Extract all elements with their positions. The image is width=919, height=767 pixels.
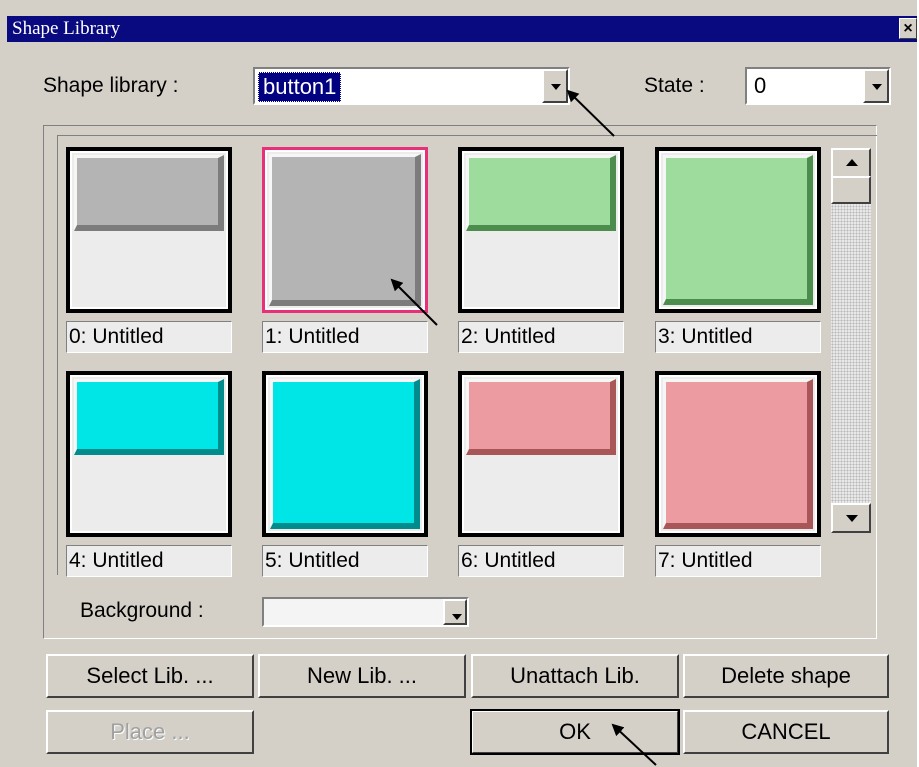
thumbnail-background <box>72 377 226 531</box>
shape-caption: 3: Untitled <box>655 321 821 353</box>
shape-caption: 4: Untitled <box>66 545 232 577</box>
thumbnail-background <box>464 377 618 531</box>
thumbnail-background <box>464 153 618 307</box>
scroll-down-button[interactable] <box>831 503 871 533</box>
shape-thumbnail[interactable] <box>262 371 428 537</box>
shape-caption: 0: Untitled <box>66 321 232 353</box>
scroll-up-button[interactable] <box>831 148 871 178</box>
shape-library-label: Shape library : <box>43 74 179 97</box>
thumbnail-background <box>661 377 815 531</box>
shape-caption: 5: Untitled <box>262 545 428 577</box>
shape-caption: 6: Untitled <box>458 545 624 577</box>
scroll-thumb[interactable] <box>831 176 871 204</box>
shape-thumbnail[interactable] <box>655 371 821 537</box>
button-shape-preview <box>663 379 813 529</box>
window-title: Shape Library <box>12 18 121 39</box>
state-dropdown-button[interactable] <box>863 69 889 103</box>
background-dropdown-button[interactable] <box>443 599 467 625</box>
shape-library-select[interactable]: button1 <box>253 67 570 105</box>
thumbnail-background <box>661 153 815 307</box>
ok-button[interactable]: OK <box>470 709 680 755</box>
background-label: Background : <box>80 599 204 622</box>
button-shape-preview <box>270 379 420 529</box>
select-lib-button[interactable]: Select Lib. ... <box>46 654 254 698</box>
place-button[interactable]: Place ... <box>46 710 254 754</box>
thumbnail-background <box>267 152 423 308</box>
shapes-scrollbar[interactable] <box>831 148 871 533</box>
title-bar[interactable]: Shape Library × <box>7 16 917 42</box>
cancel-button[interactable]: CANCEL <box>683 710 889 754</box>
shape-library-dialog: Shape Library × Shape library : button1 … <box>0 0 917 767</box>
state-value: 0 <box>754 73 767 98</box>
close-button[interactable]: × <box>899 18 917 39</box>
button-shape-preview <box>663 155 813 305</box>
button-shape-preview <box>74 379 224 455</box>
shape-library-value: button1 <box>258 72 342 102</box>
background-value <box>267 602 275 630</box>
shape-thumbnail[interactable] <box>66 147 232 313</box>
new-lib-button[interactable]: New Lib. ... <box>258 654 466 698</box>
shape-caption: 1: Untitled <box>262 321 428 353</box>
delete-shape-button[interactable]: Delete shape <box>683 654 889 698</box>
shape-thumbnail[interactable] <box>655 147 821 313</box>
background-select[interactable] <box>262 597 469 627</box>
shape-caption: 2: Untitled <box>458 321 624 353</box>
state-select[interactable]: 0 <box>745 67 891 105</box>
thumbnail-background <box>268 377 422 531</box>
shape-thumbnail[interactable] <box>458 371 624 537</box>
shape-thumbnail[interactable] <box>458 147 624 313</box>
button-shape-preview <box>269 154 421 306</box>
thumbnail-background <box>72 153 226 307</box>
shape-caption: 7: Untitled <box>655 545 821 577</box>
shape-library-dropdown-button[interactable] <box>542 69 568 103</box>
button-shape-preview <box>466 155 616 231</box>
button-shape-preview <box>74 155 224 231</box>
state-label: State : <box>644 74 705 97</box>
unattach-lib-button[interactable]: Unattach Lib. <box>471 654 679 698</box>
shape-thumbnail[interactable] <box>66 371 232 537</box>
button-shape-preview <box>466 379 616 455</box>
shape-thumbnail[interactable] <box>262 147 428 313</box>
